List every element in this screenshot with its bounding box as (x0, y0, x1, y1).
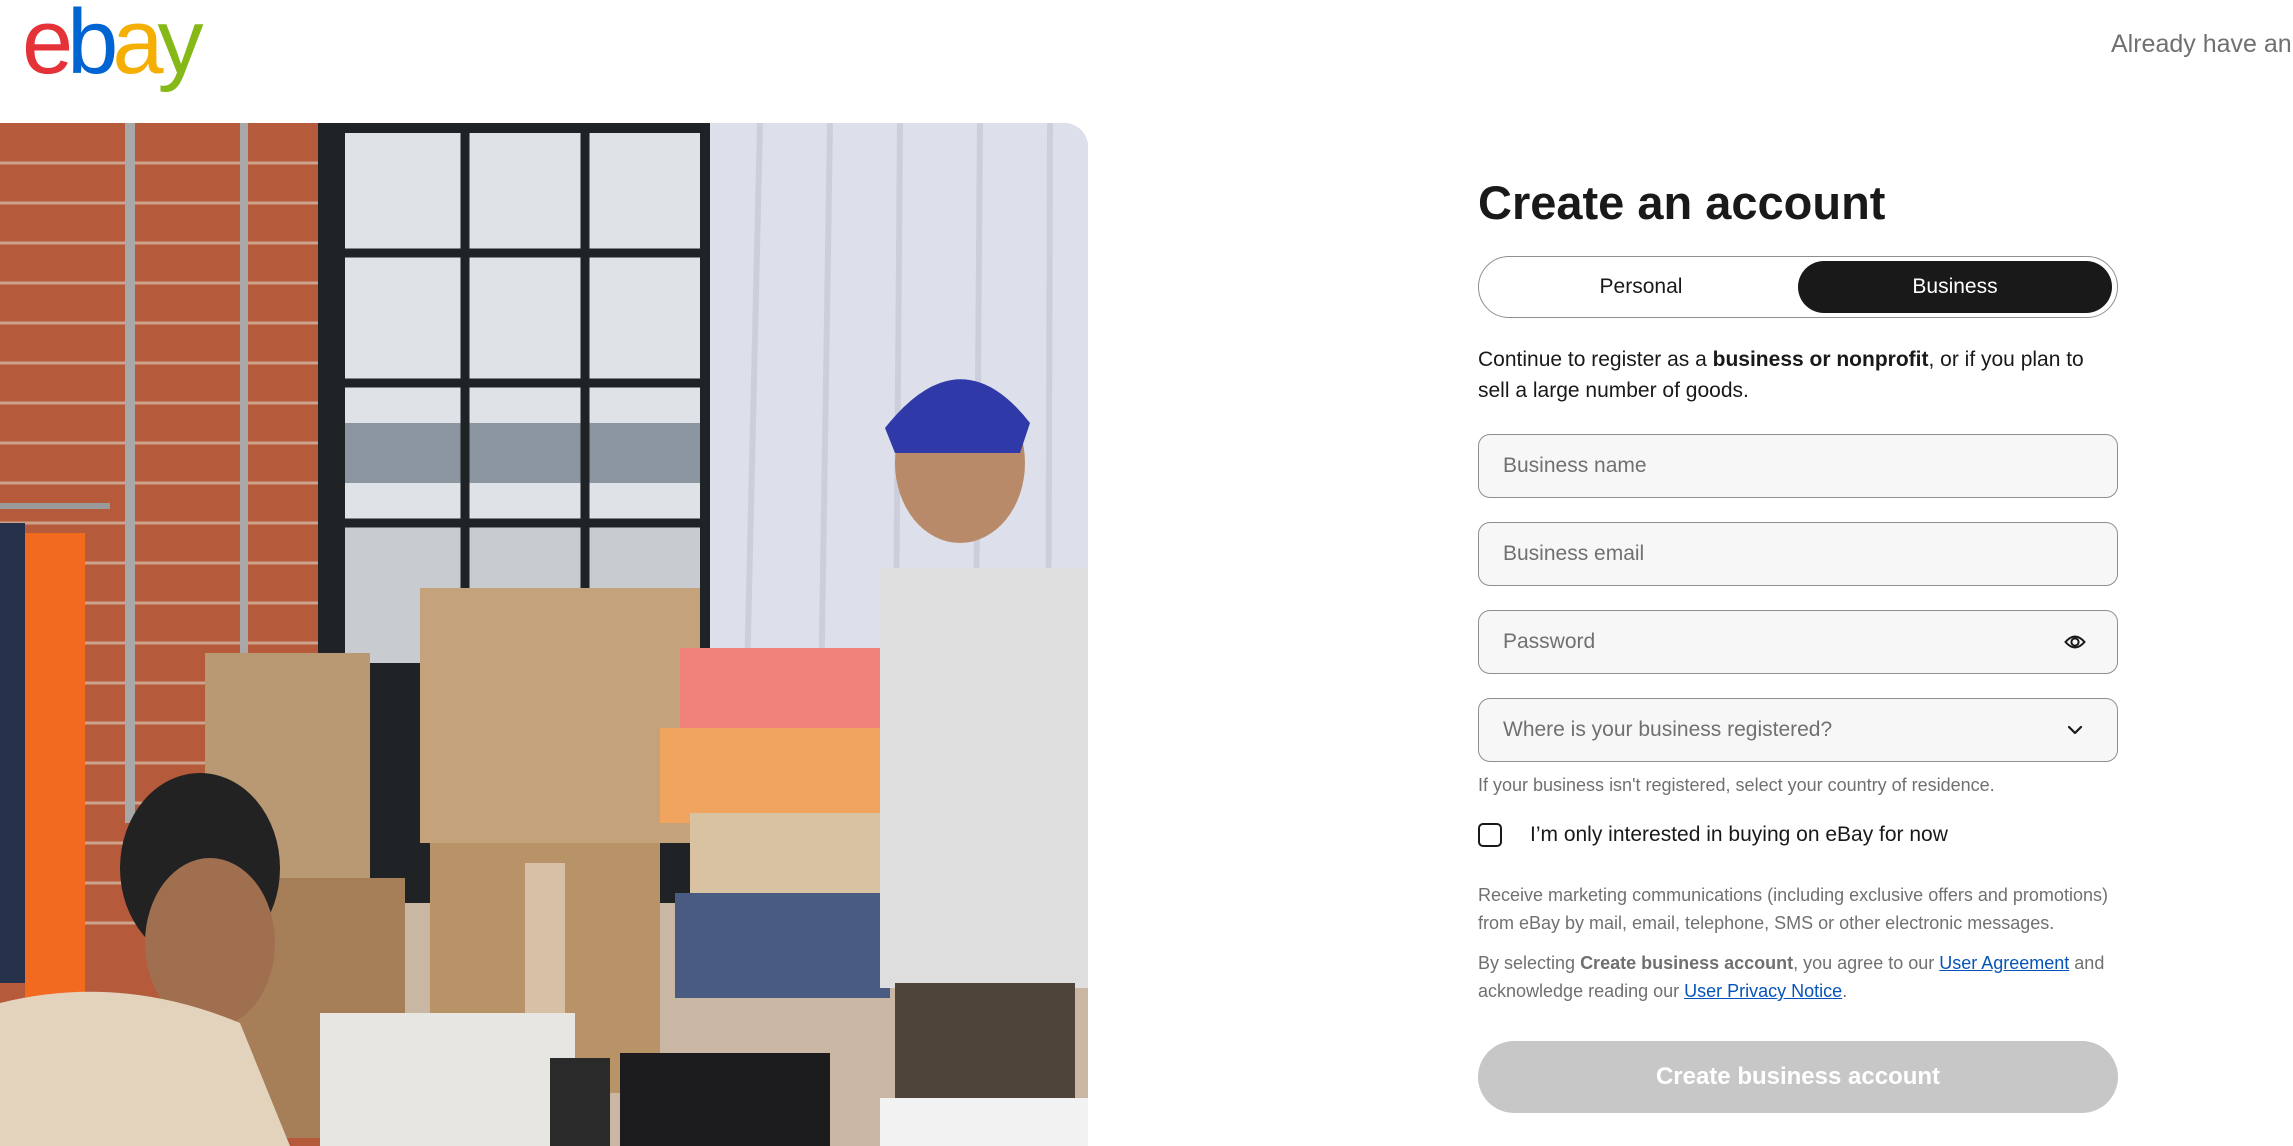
signup-form: Create an account Personal Business Cont… (1478, 170, 2118, 1113)
logo-letter-e: e (22, 0, 73, 93)
page-title: Create an account (1478, 176, 1886, 229)
marketing-consent-text: Receive marketing communications (includ… (1478, 885, 2108, 933)
create-business-account-button[interactable]: Create business account (1478, 1041, 2118, 1113)
logo-letter-a: a (112, 0, 163, 93)
hero-illustration (0, 123, 1088, 1146)
business-description: Continue to register as a business or no… (1478, 344, 2118, 406)
country-select-placeholder: Where is your business registered? (1503, 718, 1833, 741)
tab-business[interactable]: Business (1798, 261, 2112, 313)
password-input[interactable] (1479, 611, 2117, 673)
buying-only-option[interactable]: I’m only interested in buying on eBay fo… (1478, 820, 2118, 850)
logo-letter-b: b (67, 0, 118, 93)
business-email-input[interactable] (1479, 523, 2117, 585)
eye-icon[interactable] (2063, 630, 2087, 654)
signin-prompt[interactable]: Already have an (2111, 30, 2292, 59)
agreement-prefix: By selecting (1478, 953, 1581, 973)
business-name-input[interactable] (1479, 435, 2117, 497)
buying-only-label[interactable]: I’m only interested in buying on eBay fo… (1530, 823, 1948, 847)
agreement-middle: , you agree to our (1793, 953, 1940, 973)
agreement-text: By selecting Create business account, yo… (1478, 949, 2118, 1005)
country-helper-text: If your business isn't registered, selec… (1478, 775, 1995, 795)
description-bold: business or nonprofit (1712, 348, 1929, 371)
agreement-bold: Create business account (1580, 953, 1794, 973)
tab-personal[interactable]: Personal (1484, 261, 1798, 313)
password-field (1478, 610, 2118, 674)
logo-letter-y: y (157, 0, 204, 93)
agreement-suffix: . (1842, 981, 1848, 1001)
buying-only-checkbox[interactable] (1478, 823, 1502, 847)
user-agreement-link[interactable]: User Agreement (1939, 953, 2069, 973)
description-text: Continue to register as a (1478, 348, 1713, 371)
ebay-logo[interactable]: ebay (22, 0, 204, 93)
hero-image (0, 123, 1088, 1146)
privacy-notice-link[interactable]: User Privacy Notice (1684, 981, 1842, 1001)
form-fields: Where is your business registered? (1478, 434, 2118, 762)
country-select[interactable]: Where is your business registered? (1478, 698, 2118, 762)
business-email-field (1478, 522, 2118, 586)
business-name-field (1478, 434, 2118, 498)
account-type-toggle: Personal Business (1478, 256, 2118, 318)
chevron-down-icon (2063, 718, 2087, 742)
